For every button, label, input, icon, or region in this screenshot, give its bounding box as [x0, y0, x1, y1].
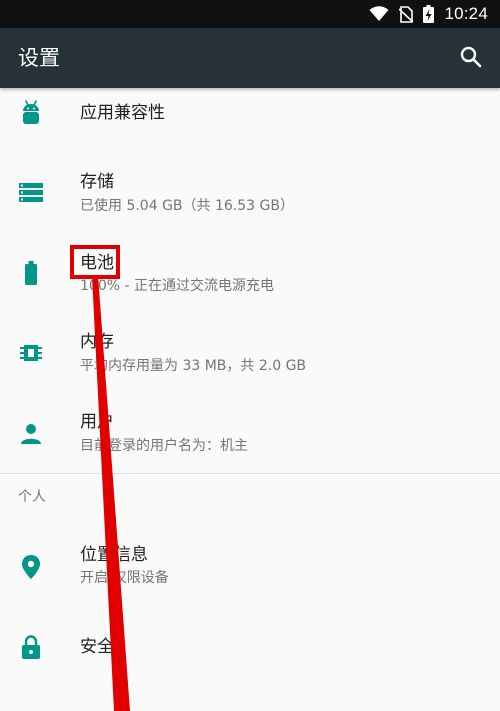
settings-item-label: 内存 [80, 332, 114, 352]
settings-list: 应用兼容性 存储 已使用 5.04 GB（共 16.53 GB） 电池 100%… [0, 88, 500, 711]
settings-item-summary: 100% - 正在通过交流电源充电 [80, 278, 274, 294]
settings-item-battery[interactable]: 电池 100% - 正在通过交流电源充电 [0, 234, 500, 310]
settings-item-summary: 已使用 5.04 GB（共 16.53 GB） [80, 198, 294, 214]
settings-item-label: 安全 [80, 637, 114, 657]
settings-item-label: 位置信息 [80, 545, 148, 565]
settings-item-security[interactable]: 安全 [0, 616, 500, 680]
settings-item-location[interactable]: 位置信息 开启/仅限设备 [0, 528, 500, 604]
search-button[interactable] [456, 44, 486, 74]
search-icon [460, 46, 482, 72]
battery-icon [18, 260, 44, 286]
battery-charging-icon [423, 5, 435, 23]
page-title: 设置 [18, 46, 60, 70]
settings-item-storage[interactable]: 存储 已使用 5.04 GB（共 16.53 GB） [0, 154, 500, 230]
settings-item-users[interactable]: 用户 目前登录的用户名为：机主 [0, 394, 500, 470]
memory-icon [18, 340, 44, 366]
location-icon [18, 554, 44, 580]
status-bar: 10:24 [0, 0, 500, 28]
settings-item-label: 应用兼容性 [80, 103, 165, 123]
lock-icon [18, 634, 44, 660]
settings-item-summary: 平均内存用量为 33 MB，共 2.0 GB [80, 358, 307, 374]
settings-item-label: 存储 [80, 172, 114, 192]
settings-item-label: 电池 [80, 253, 114, 273]
settings-item-memory[interactable]: 内存 平均内存用量为 33 MB，共 2.0 GB [0, 314, 500, 390]
settings-item-label: 用户 [80, 412, 114, 432]
storage-icon [18, 179, 44, 205]
section-header-personal: 个人 [18, 489, 46, 505]
settings-item-summary: 目前登录的用户名为：机主 [80, 438, 248, 454]
status-clock: 10:24 [444, 4, 488, 23]
app-bar: 设置 [0, 28, 500, 88]
no-sim-icon [399, 5, 414, 23]
wifi-icon [369, 6, 389, 22]
section-divider [0, 473, 500, 474]
settings-item-summary: 开启/仅限设备 [80, 570, 169, 586]
person-icon [18, 421, 44, 447]
settings-item-app-compatibility[interactable]: 应用兼容性 [0, 88, 500, 144]
android-icon [18, 100, 44, 126]
